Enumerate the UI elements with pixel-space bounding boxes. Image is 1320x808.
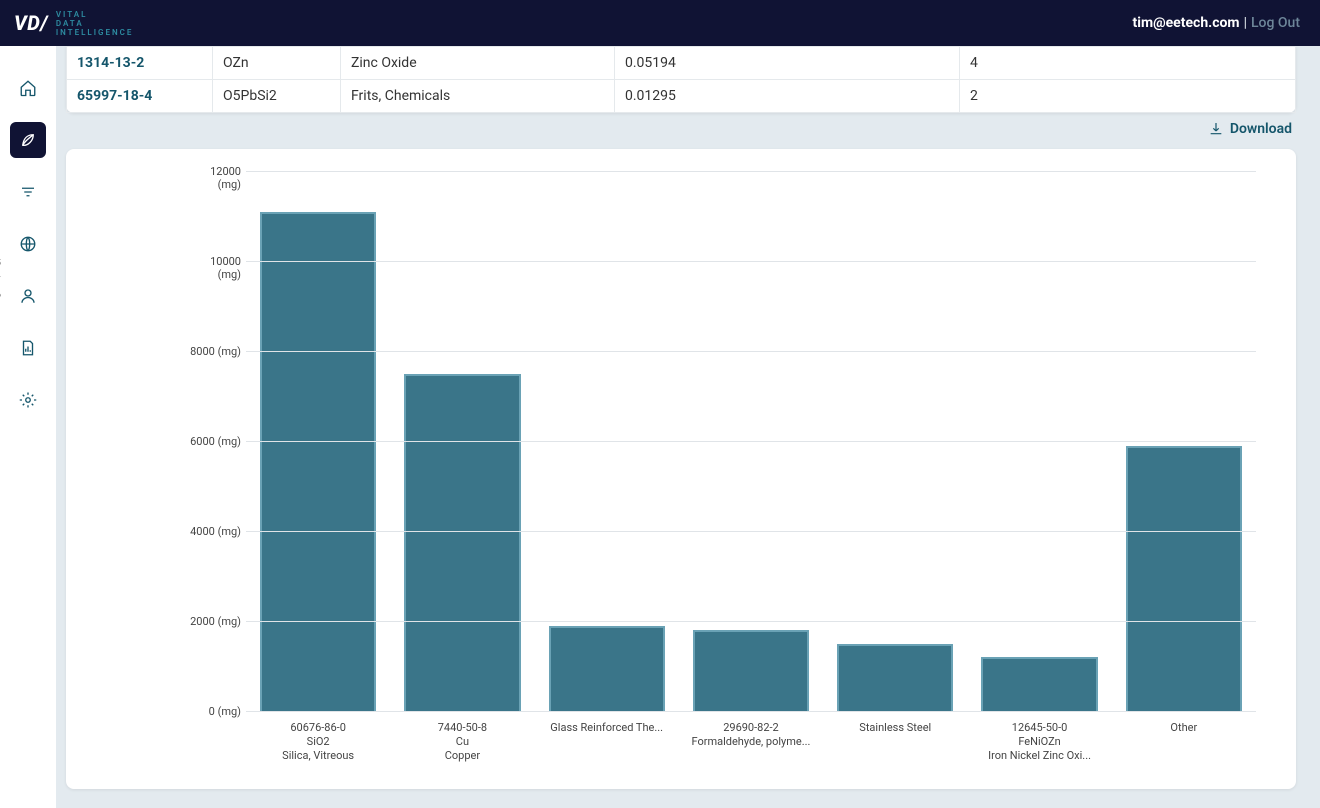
top-bar: VD/ VITAL DATA INTELLIGENCE tim@eetech.c…: [0, 0, 1320, 46]
bar[interactable]: [693, 630, 809, 711]
y-tick-label: 12000 (mg): [186, 165, 241, 191]
logo-subtitle: VITAL DATA INTELLIGENCE: [56, 10, 134, 37]
x-tick-label: 7440-50-8 Cu Copper: [390, 721, 534, 763]
download-icon: [1208, 121, 1224, 137]
y-tick-label: 4000 (mg): [186, 525, 241, 538]
y-tick-label: 6000 (mg): [186, 435, 241, 448]
formula-cell: O5PbSi2: [213, 80, 341, 113]
logout-link[interactable]: Log Out: [1251, 15, 1300, 31]
bar[interactable]: [404, 374, 520, 712]
user-icon: [19, 287, 37, 305]
gridline: [246, 171, 1256, 172]
download-label: Download: [1230, 121, 1292, 137]
gridline: [246, 261, 1256, 262]
x-axis-labels: 60676-86-0 SiO2 Silica, Vitreous7440-50-…: [246, 721, 1256, 763]
count-cell: 4: [960, 47, 1296, 80]
y-axis-label: Total Substance Weight (mg): [0, 256, 1, 398]
sidebar-settings[interactable]: [10, 382, 46, 418]
substance-table-card: 1314-13-2OZnZinc Oxide0.05194465997-18-4…: [66, 46, 1296, 113]
name-cell: Frits, Chemicals: [341, 80, 615, 113]
sidebar-report[interactable]: [10, 330, 46, 366]
bar[interactable]: [260, 212, 376, 712]
user-separator: |: [1240, 15, 1251, 31]
file-icon: [19, 339, 37, 357]
filter-icon: [19, 183, 37, 201]
logo-mark: VD/: [14, 11, 48, 35]
formula-cell: OZn: [213, 47, 341, 80]
current-user-email: tim@eetech.com: [1133, 15, 1240, 31]
sidebar-user[interactable]: [10, 278, 46, 314]
gear-icon: [19, 391, 37, 409]
name-cell: Zinc Oxide: [341, 47, 615, 80]
sidebar-environment[interactable]: [10, 122, 46, 158]
bar[interactable]: [549, 626, 665, 712]
bar[interactable]: [1126, 446, 1242, 712]
y-tick-label: 2000 (mg): [186, 615, 241, 628]
x-tick-label: 60676-86-0 SiO2 Silica, Vitreous: [246, 721, 390, 763]
main-content: 1314-13-2OZnZinc Oxide0.05194465997-18-4…: [56, 46, 1306, 808]
x-tick-label: Stainless Steel: [823, 721, 967, 763]
y-tick-label: 0 (mg): [186, 705, 241, 718]
globe-icon: [19, 235, 37, 253]
gridline: [246, 531, 1256, 532]
x-tick-label: Other: [1112, 721, 1256, 763]
y-tick-label: 10000 (mg): [186, 255, 241, 281]
weight-cell: 0.01295: [615, 80, 960, 113]
chart-card: Total Substance Weight (mg) 0 (mg)2000 (…: [66, 149, 1296, 789]
leaf-icon: [19, 131, 37, 149]
gridline: [246, 351, 1256, 352]
cas-cell[interactable]: 1314-13-2: [67, 47, 213, 80]
chart-area: 0 (mg)2000 (mg)4000 (mg)6000 (mg)8000 (m…: [246, 171, 1256, 711]
sidebar-filter[interactable]: [10, 174, 46, 210]
x-tick-label: Glass Reinforced The...: [535, 721, 679, 763]
y-tick-label: 8000 (mg): [186, 345, 241, 358]
count-cell: 2: [960, 80, 1296, 113]
sidebar: [0, 46, 56, 808]
x-tick-label: 12645-50-0 FeNiOZn Iron Nickel Zinc Oxi.…: [967, 721, 1111, 763]
substance-table: 1314-13-2OZnZinc Oxide0.05194465997-18-4…: [66, 46, 1296, 113]
table-row[interactable]: 65997-18-4O5PbSi2Frits, Chemicals0.01295…: [67, 80, 1296, 113]
sidebar-globe[interactable]: [10, 226, 46, 262]
sidebar-home[interactable]: [10, 70, 46, 106]
cas-cell[interactable]: 65997-18-4: [67, 80, 213, 113]
weight-cell: 0.05194: [615, 47, 960, 80]
bar[interactable]: [837, 644, 953, 712]
table-row[interactable]: 1314-13-2OZnZinc Oxide0.051944: [67, 47, 1296, 80]
gridline: [246, 441, 1256, 442]
gridline: [246, 711, 1256, 712]
x-tick-label: 29690-82-2 Formaldehyde, polyme...: [679, 721, 823, 763]
logo: VD/ VITAL DATA INTELLIGENCE: [14, 10, 133, 37]
download-button[interactable]: Download: [66, 113, 1296, 149]
gridline: [246, 621, 1256, 622]
bar[interactable]: [981, 657, 1097, 711]
home-icon: [19, 79, 37, 97]
